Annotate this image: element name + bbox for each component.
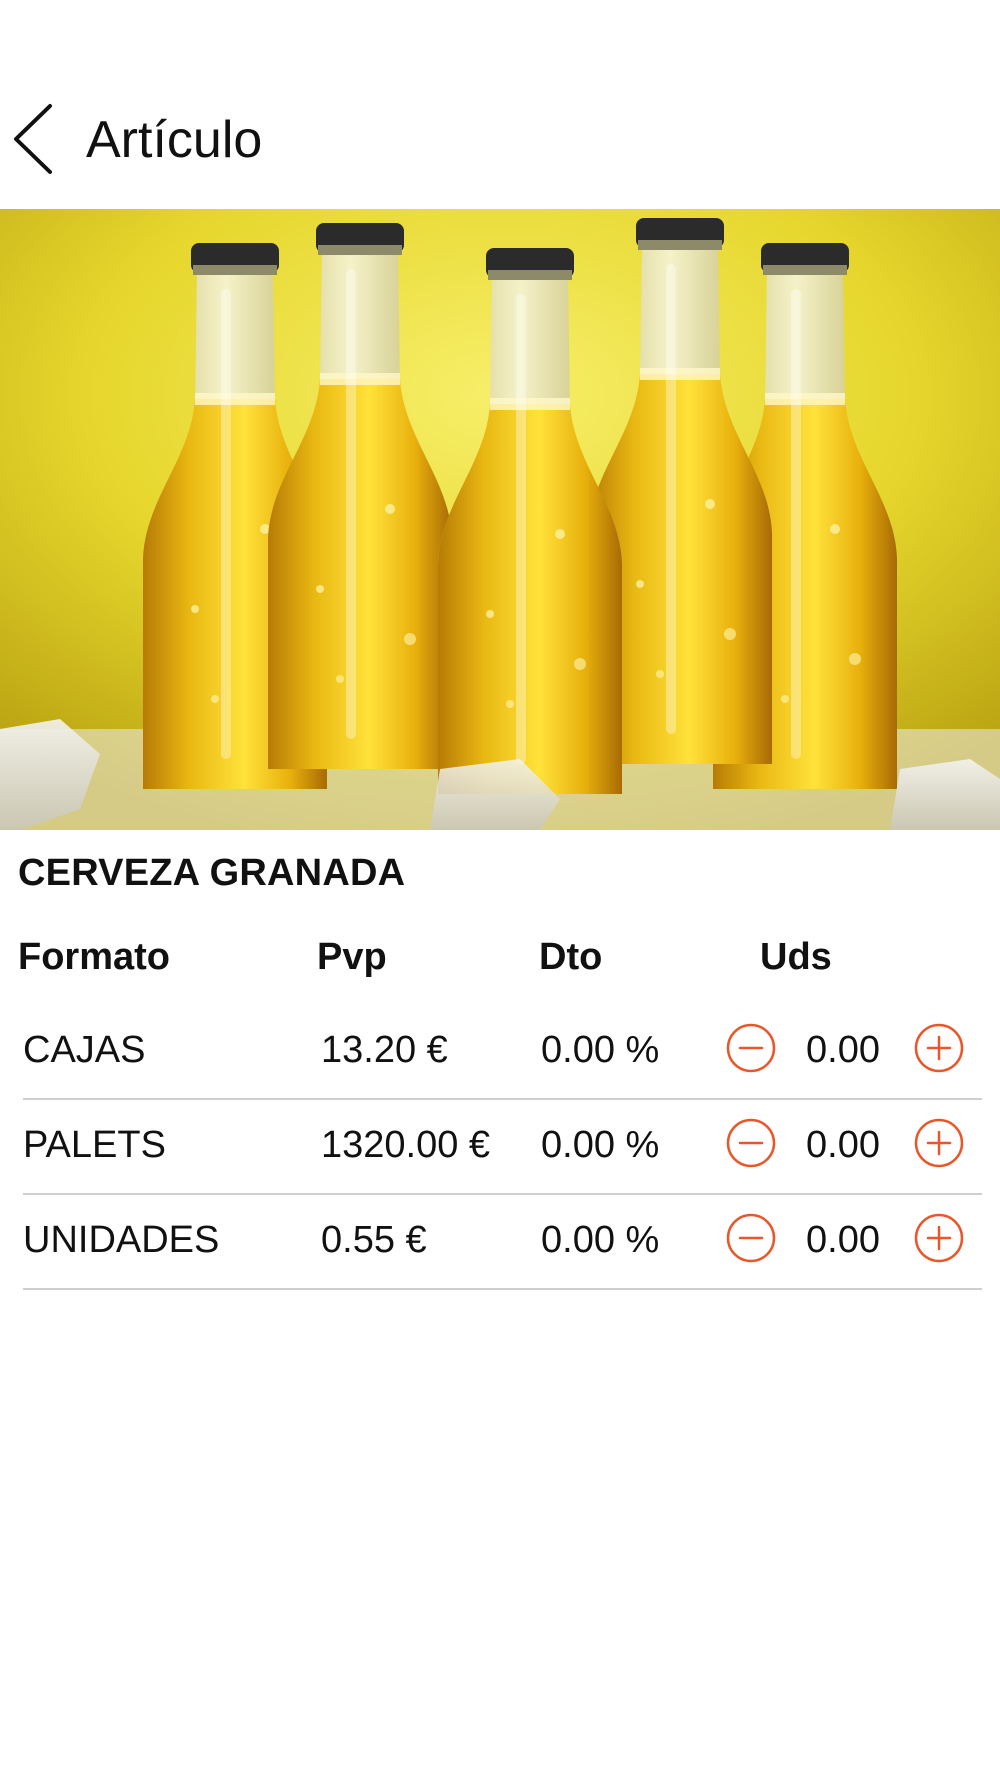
table-row: PALETS 1320.00 € 0.00 % 0.00 (23, 1098, 982, 1195)
increase-button[interactable] (914, 1118, 964, 1168)
table-row: UNIDADES 0.55 € 0.00 % 0.00 (23, 1193, 982, 1290)
column-header-discount: Dto (539, 936, 603, 978)
price-cell: 0.55 € (321, 1219, 427, 1261)
column-header-format: Formato (18, 936, 170, 978)
discount-cell: 0.00 % (541, 1219, 660, 1261)
decrease-button[interactable] (726, 1023, 776, 1073)
decrease-button[interactable] (726, 1213, 776, 1263)
minus-circle-icon (726, 1213, 776, 1263)
column-header-price: Pvp (317, 936, 387, 978)
price-cell: 1320.00 € (321, 1124, 491, 1166)
units-value[interactable]: 0.00 (806, 1217, 880, 1263)
decrease-button[interactable] (726, 1118, 776, 1168)
price-cell: 13.20 € (321, 1029, 448, 1071)
table-row: CAJAS 13.20 € 0.00 % 0.00 (23, 1003, 982, 1100)
chevron-left-icon (14, 104, 52, 174)
product-name: CERVEZA GRANADA (18, 852, 406, 894)
product-image (0, 209, 1000, 830)
plus-circle-icon (914, 1118, 964, 1168)
minus-circle-icon (726, 1118, 776, 1168)
page-title: Artículo (86, 111, 263, 169)
units-value[interactable]: 0.00 (806, 1027, 880, 1073)
column-header-units: Uds (760, 936, 832, 978)
plus-circle-icon (914, 1213, 964, 1263)
increase-button[interactable] (914, 1213, 964, 1263)
format-cell: CAJAS (23, 1029, 146, 1071)
discount-cell: 0.00 % (541, 1124, 660, 1166)
format-cell: UNIDADES (23, 1219, 220, 1261)
back-button[interactable] (10, 102, 58, 176)
format-cell: PALETS (23, 1124, 166, 1166)
units-value[interactable]: 0.00 (806, 1122, 880, 1168)
minus-circle-icon (726, 1023, 776, 1073)
discount-cell: 0.00 % (541, 1029, 660, 1071)
increase-button[interactable] (914, 1023, 964, 1073)
app-header: Artículo (0, 88, 1000, 198)
plus-circle-icon (914, 1023, 964, 1073)
